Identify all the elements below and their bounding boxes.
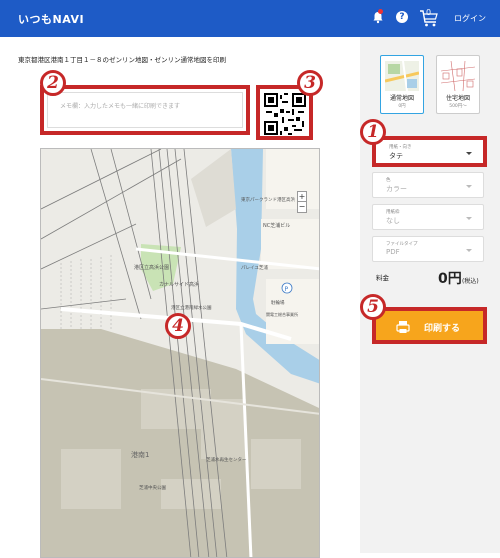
printer-icon	[396, 321, 410, 333]
map-type-price: 500円〜	[449, 104, 467, 109]
memo-field-highlight: メモ欄：入力したメモも一緒に印刷できます	[40, 85, 250, 135]
zoom-control: + −	[297, 191, 307, 213]
memo-placeholder: メモ欄：入力したメモも一緒に印刷できます	[60, 103, 181, 110]
cart-count: 0	[426, 8, 432, 17]
fee-label: 料金	[376, 274, 389, 282]
qr-code-icon	[264, 93, 306, 135]
paper-caption: 用紙枠	[386, 210, 400, 215]
orientation-value: タテ	[389, 152, 403, 160]
chevron-down-icon	[466, 152, 472, 155]
chevron-down-icon	[466, 217, 472, 220]
map-label-side-park: カナルサイド高浜	[159, 281, 199, 288]
annotation-badge-4: 4	[165, 313, 191, 339]
orientation-select[interactable]: 用紙・向き タテ	[376, 140, 483, 163]
notification-dot	[378, 9, 383, 14]
annotation-badge-5: 5	[360, 294, 386, 320]
color-select[interactable]: 色 カラー	[372, 172, 484, 198]
zoom-in-button[interactable]: +	[298, 192, 306, 202]
print-button-highlight: 印刷する	[372, 307, 487, 344]
orientation-caption: 用紙・向き	[389, 145, 412, 150]
map-label-parking: 駐輪場	[271, 299, 285, 306]
paper-select[interactable]: 用紙枠 なし	[372, 204, 484, 230]
chevron-down-icon	[466, 185, 472, 188]
chevron-down-icon	[466, 249, 472, 252]
map-label-park: 港区立高浜公園	[134, 264, 169, 271]
fee-tax: (税込)	[462, 278, 479, 285]
map-type-residential-button[interactable]: 住宅地図 500円〜	[436, 55, 480, 114]
settings-panel: 通常地図 0円 住宅地図 500円〜	[360, 37, 500, 553]
annotation-badge-2: 2	[40, 70, 66, 96]
login-link[interactable]: ログイン	[454, 13, 486, 24]
standard-map-thumbnail	[385, 61, 419, 91]
map-label-minami: 港南1	[131, 450, 149, 459]
paper-value: なし	[386, 217, 400, 225]
map-label-crossing: 港区立港南緑水公園	[171, 304, 212, 311]
file-type-value: PDF	[386, 248, 400, 256]
orientation-highlight: 用紙・向き タテ	[372, 136, 487, 167]
site-logo[interactable]: いつもNAVI	[18, 11, 84, 27]
color-value: カラー	[386, 185, 407, 193]
map-type-price: 0円	[398, 104, 406, 109]
print-button-label: 印刷する	[424, 324, 461, 334]
svg-text:P: P	[285, 286, 289, 293]
zoom-out-button[interactable]: −	[298, 202, 306, 212]
map-label-small-park: 芝浦中央公園	[139, 484, 166, 491]
map-type-label: 住宅地図	[445, 95, 470, 102]
print-button[interactable]: 印刷する	[378, 313, 481, 338]
map-label-building: 東京パークランド港区高浜	[241, 196, 295, 203]
map-type-standard-button[interactable]: 通常地図 0円	[380, 55, 424, 114]
print-preview: 東京都港区港南１丁目１－８のゼンリン地図・ゼンリン通常地図を印刷 メモ欄：入力し…	[0, 37, 360, 558]
map-preview[interactable]: P 港区立高浜公園 カナルサイド高浜 港区立港南緑水公園 東京パークランド港区高…	[40, 148, 320, 558]
page-title: 東京都港区港南１丁目１－８のゼンリン地図・ゼンリン通常地図を印刷	[18, 56, 226, 64]
color-caption: 色	[386, 178, 391, 183]
map-label-shop: パレイユ芝浦	[241, 264, 268, 271]
map-label-center: 芝浦水再生センター	[206, 456, 247, 463]
help-icon[interactable]: ?	[396, 11, 408, 23]
annotation-badge-1: 1	[360, 119, 386, 145]
fee-value: 0円	[438, 271, 462, 287]
header-bar: いつもNAVI ? 0 ログイン	[0, 0, 500, 37]
file-type-caption: ファイルタイプ	[386, 242, 418, 247]
map-label-inst: 関電工総合事業所	[266, 311, 298, 317]
file-type-select[interactable]: ファイルタイプ PDF	[372, 236, 484, 262]
map-type-label: 通常地図	[389, 95, 414, 102]
map-label-canal: NC芝浦ビル	[263, 222, 290, 229]
residential-map-thumbnail	[441, 61, 475, 91]
annotation-badge-3: 3	[297, 70, 323, 96]
memo-field[interactable]: メモ欄：入力したメモも一緒に印刷できます	[47, 92, 243, 128]
